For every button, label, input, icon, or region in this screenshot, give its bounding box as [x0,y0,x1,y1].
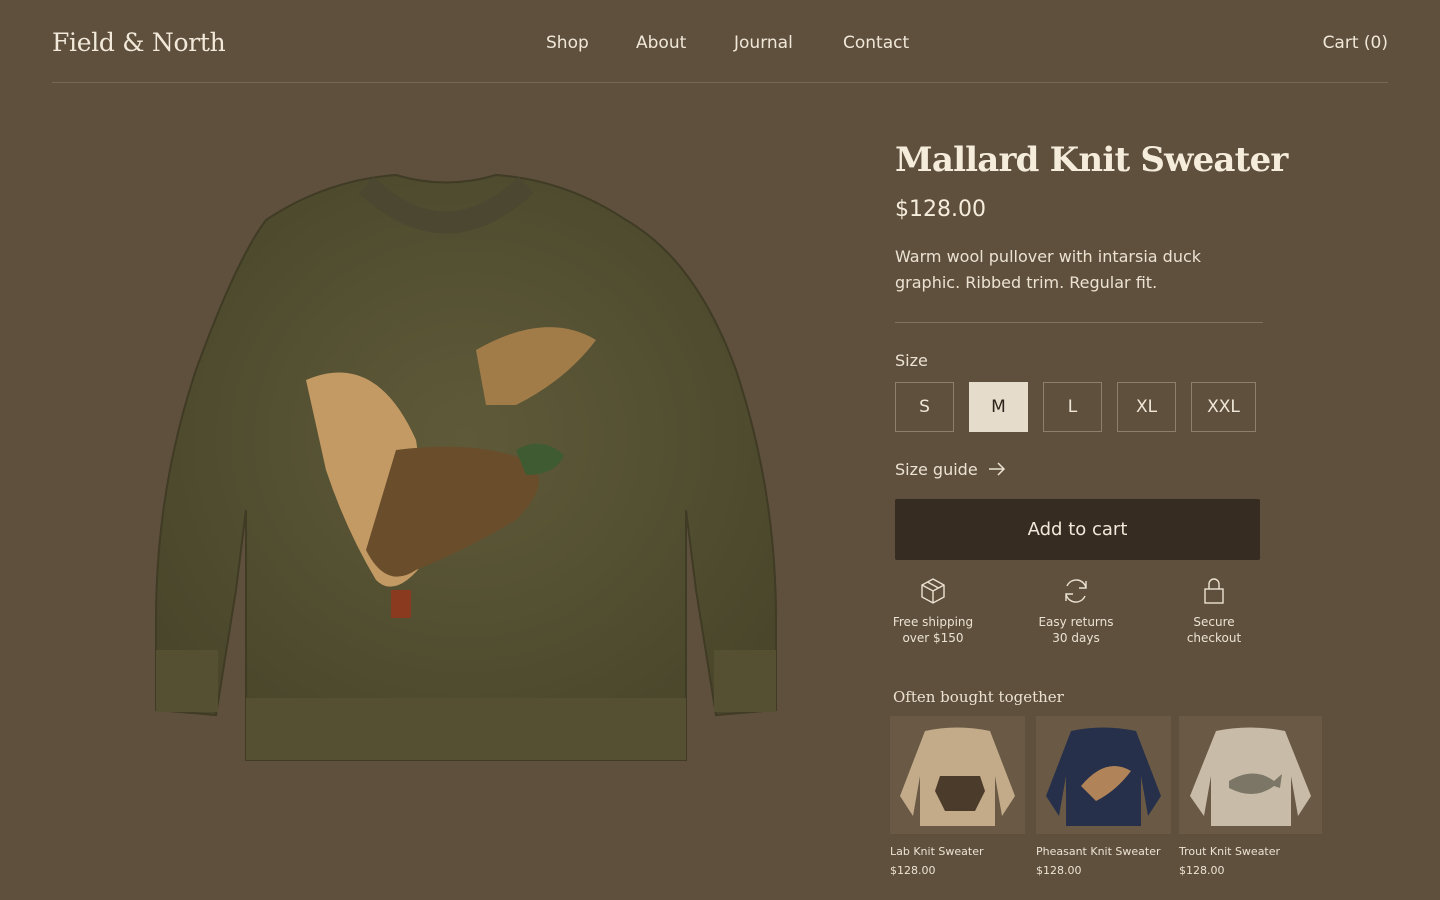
related-card-lab[interactable]: Lab Knit Sweater $128.00 [890,716,1025,877]
product-image [96,150,796,790]
size-option-s[interactable]: S [895,381,954,432]
refresh-icon [1065,579,1087,603]
size-option-xl[interactable]: XL [1117,381,1176,432]
feature-returns-line2: 30 days [1052,630,1100,645]
size-guide-label: Size guide [895,459,978,479]
size-guide-link[interactable]: Size guide [895,460,1015,479]
feature-shipping-line1: Free shipping [892,614,974,629]
feature-shipping-line2: over $150 [902,630,964,645]
divider [895,321,1263,323]
product-info: Mallard Knit Sweater $128.00 Warm wool p… [893,140,1325,656]
size-option-m[interactable]: M [969,381,1028,432]
product-description: Warm wool pullover with intarsia duck gr… [895,246,1202,292]
product-page: Field & North Shop About Journal Contact… [0,0,1440,900]
nav-journal[interactable]: Journal [734,33,793,53]
related-price: $128.00 [1179,864,1225,877]
lab-sweater-thumbnail [890,716,1025,834]
feature-shipping: Free shipping over $150 [873,576,993,646]
feature-checkout: Secure checkout [1154,576,1274,646]
nav-shop[interactable]: Shop [546,33,589,53]
nav-about[interactable]: About [636,33,686,53]
related-name: Lab Knit Sweater [890,845,984,858]
feature-returns-line1: Easy returns [1038,614,1114,629]
product-price: $128.00 [895,196,986,222]
related-name: Pheasant Knit Sweater [1036,845,1161,858]
size-label: Size [895,350,928,370]
feature-checkout-line1: Secure [1193,614,1235,629]
pheasant-sweater-thumbnail [1036,716,1171,834]
site-header: Field & North Shop About Journal Contact… [52,0,1388,83]
related-price: $128.00 [890,864,936,877]
size-option-l[interactable]: L [1043,381,1102,432]
box-icon [921,577,945,604]
related-price: $128.00 [1036,864,1082,877]
trout-sweater-thumbnail [1179,716,1322,834]
nav-contact[interactable]: Contact [843,33,909,53]
related-card-pheasant[interactable]: Pheasant Knit Sweater $128.00 [1036,716,1171,877]
feature-list: Free shipping over $150 Easy returns 30 … [893,576,1325,656]
cart-link[interactable]: Cart (0) [1323,33,1388,53]
arrow-right-icon [988,462,1005,476]
feature-returns: Easy returns 30 days [1016,576,1136,646]
mallard-sweater-image [155,173,777,761]
related-name: Trout Knit Sweater [1179,845,1281,858]
feature-checkout-line2: checkout [1186,630,1242,645]
related-title: Often bought together [893,688,1064,706]
lock-icon [1204,578,1224,604]
size-option-xxl[interactable]: XXL [1191,381,1256,432]
brand-logo[interactable]: Field & North [52,28,226,57]
size-selector: S M L XL XXL [895,381,1325,432]
related-card-trout[interactable]: Trout Knit Sweater $128.00 [1179,716,1322,877]
add-to-cart-button[interactable]: Add to cart [895,498,1260,560]
product-title: Mallard Knit Sweater [895,140,1288,180]
